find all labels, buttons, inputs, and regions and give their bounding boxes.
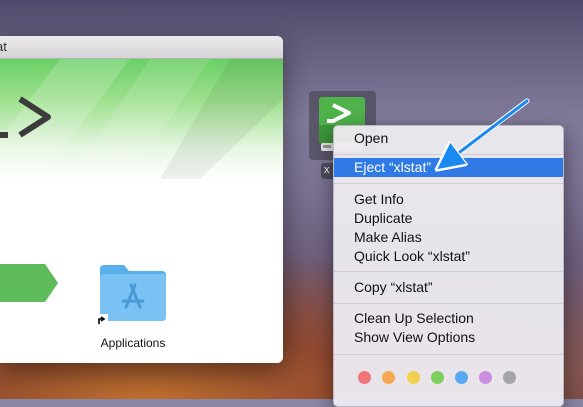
annotation-arrow-icon [0,98,530,399]
